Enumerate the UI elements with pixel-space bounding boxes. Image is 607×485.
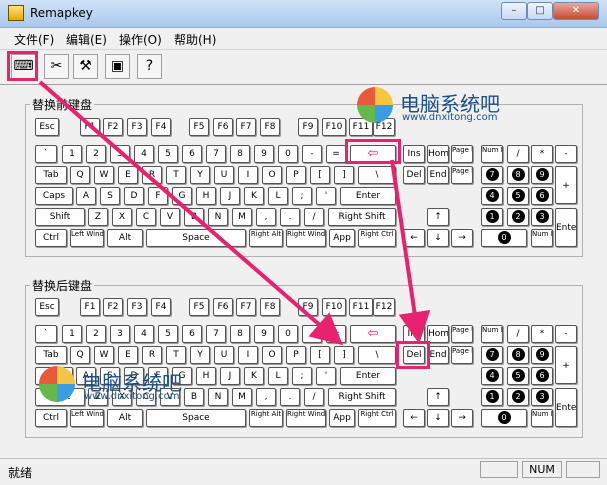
status-panel-empty bbox=[480, 461, 518, 478]
status-num: NUM bbox=[522, 461, 562, 478]
arrow-toolbar-to-remap bbox=[38, 80, 344, 346]
watermark-logo-icon bbox=[39, 366, 75, 402]
status-panel-empty-2 bbox=[566, 461, 600, 478]
watermark-logo-icon bbox=[357, 87, 393, 123]
watermark-url: www.dnxitong.com bbox=[402, 112, 498, 123]
annotation-arrows bbox=[38, 80, 431, 346]
status-bar: 就绪 NUM bbox=[0, 458, 607, 485]
status-text: 就绪 bbox=[8, 466, 33, 480]
watermark-url: www.dnxitong.com bbox=[84, 391, 180, 402]
arrow-source-to-target bbox=[390, 159, 431, 344]
